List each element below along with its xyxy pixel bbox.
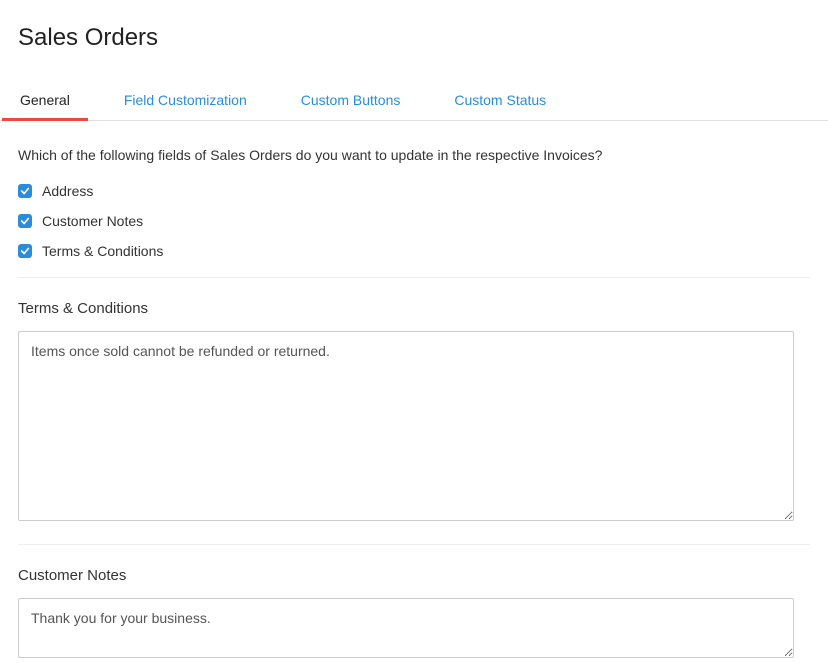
terms-textarea[interactable] [18,331,794,521]
terms-label: Terms & Conditions [18,300,810,317]
check-icon [20,246,30,256]
check-label-terms: Terms & Conditions [42,243,163,259]
check-icon [20,186,30,196]
tab-custom-status[interactable]: Custom Status [436,82,564,120]
check-icon [20,216,30,226]
notes-label: Customer Notes [18,567,810,584]
divider [18,544,810,545]
check-row-customer-notes[interactable]: Customer Notes [18,213,810,229]
question-text: Which of the following fields of Sales O… [18,147,810,163]
tab-general[interactable]: General [2,82,88,120]
content-area: Which of the following fields of Sales O… [0,121,828,663]
check-label-customer-notes: Customer Notes [42,213,143,229]
checkbox-address[interactable] [18,184,32,198]
check-row-terms[interactable]: Terms & Conditions [18,243,810,259]
checkbox-customer-notes[interactable] [18,214,32,228]
checkbox-terms[interactable] [18,244,32,258]
tab-custom-buttons[interactable]: Custom Buttons [283,82,419,120]
tabs-bar: General Field Customization Custom Butto… [0,82,828,121]
tab-field-customization[interactable]: Field Customization [106,82,265,120]
check-label-address: Address [42,183,93,199]
notes-textarea[interactable] [18,598,794,658]
page-title: Sales Orders [0,0,828,52]
divider [18,277,810,278]
check-row-address[interactable]: Address [18,183,810,199]
